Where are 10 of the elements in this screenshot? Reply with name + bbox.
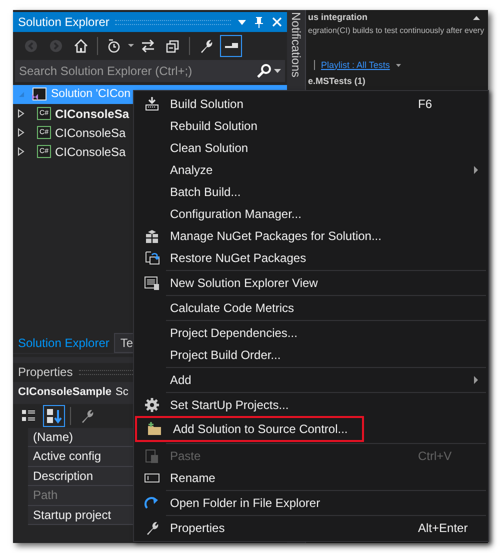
description-text: egration(CI) builds to test continuously after every bbox=[308, 24, 486, 36]
shortcut-text: Ctrl+V bbox=[418, 448, 453, 465]
object-name: CIConsoleSample bbox=[18, 385, 112, 400]
panel-heading: e.MSTests (1) bbox=[308, 75, 366, 88]
shortcut-text: F6 bbox=[418, 96, 434, 113]
object-type: Sc bbox=[116, 385, 128, 400]
panel-title: Solution Explorer bbox=[18, 14, 110, 31]
shortcut-text: Alt+Enter bbox=[418, 520, 469, 537]
panel-heading: us integration bbox=[308, 11, 369, 24]
panel-title: Properties bbox=[18, 364, 73, 381]
